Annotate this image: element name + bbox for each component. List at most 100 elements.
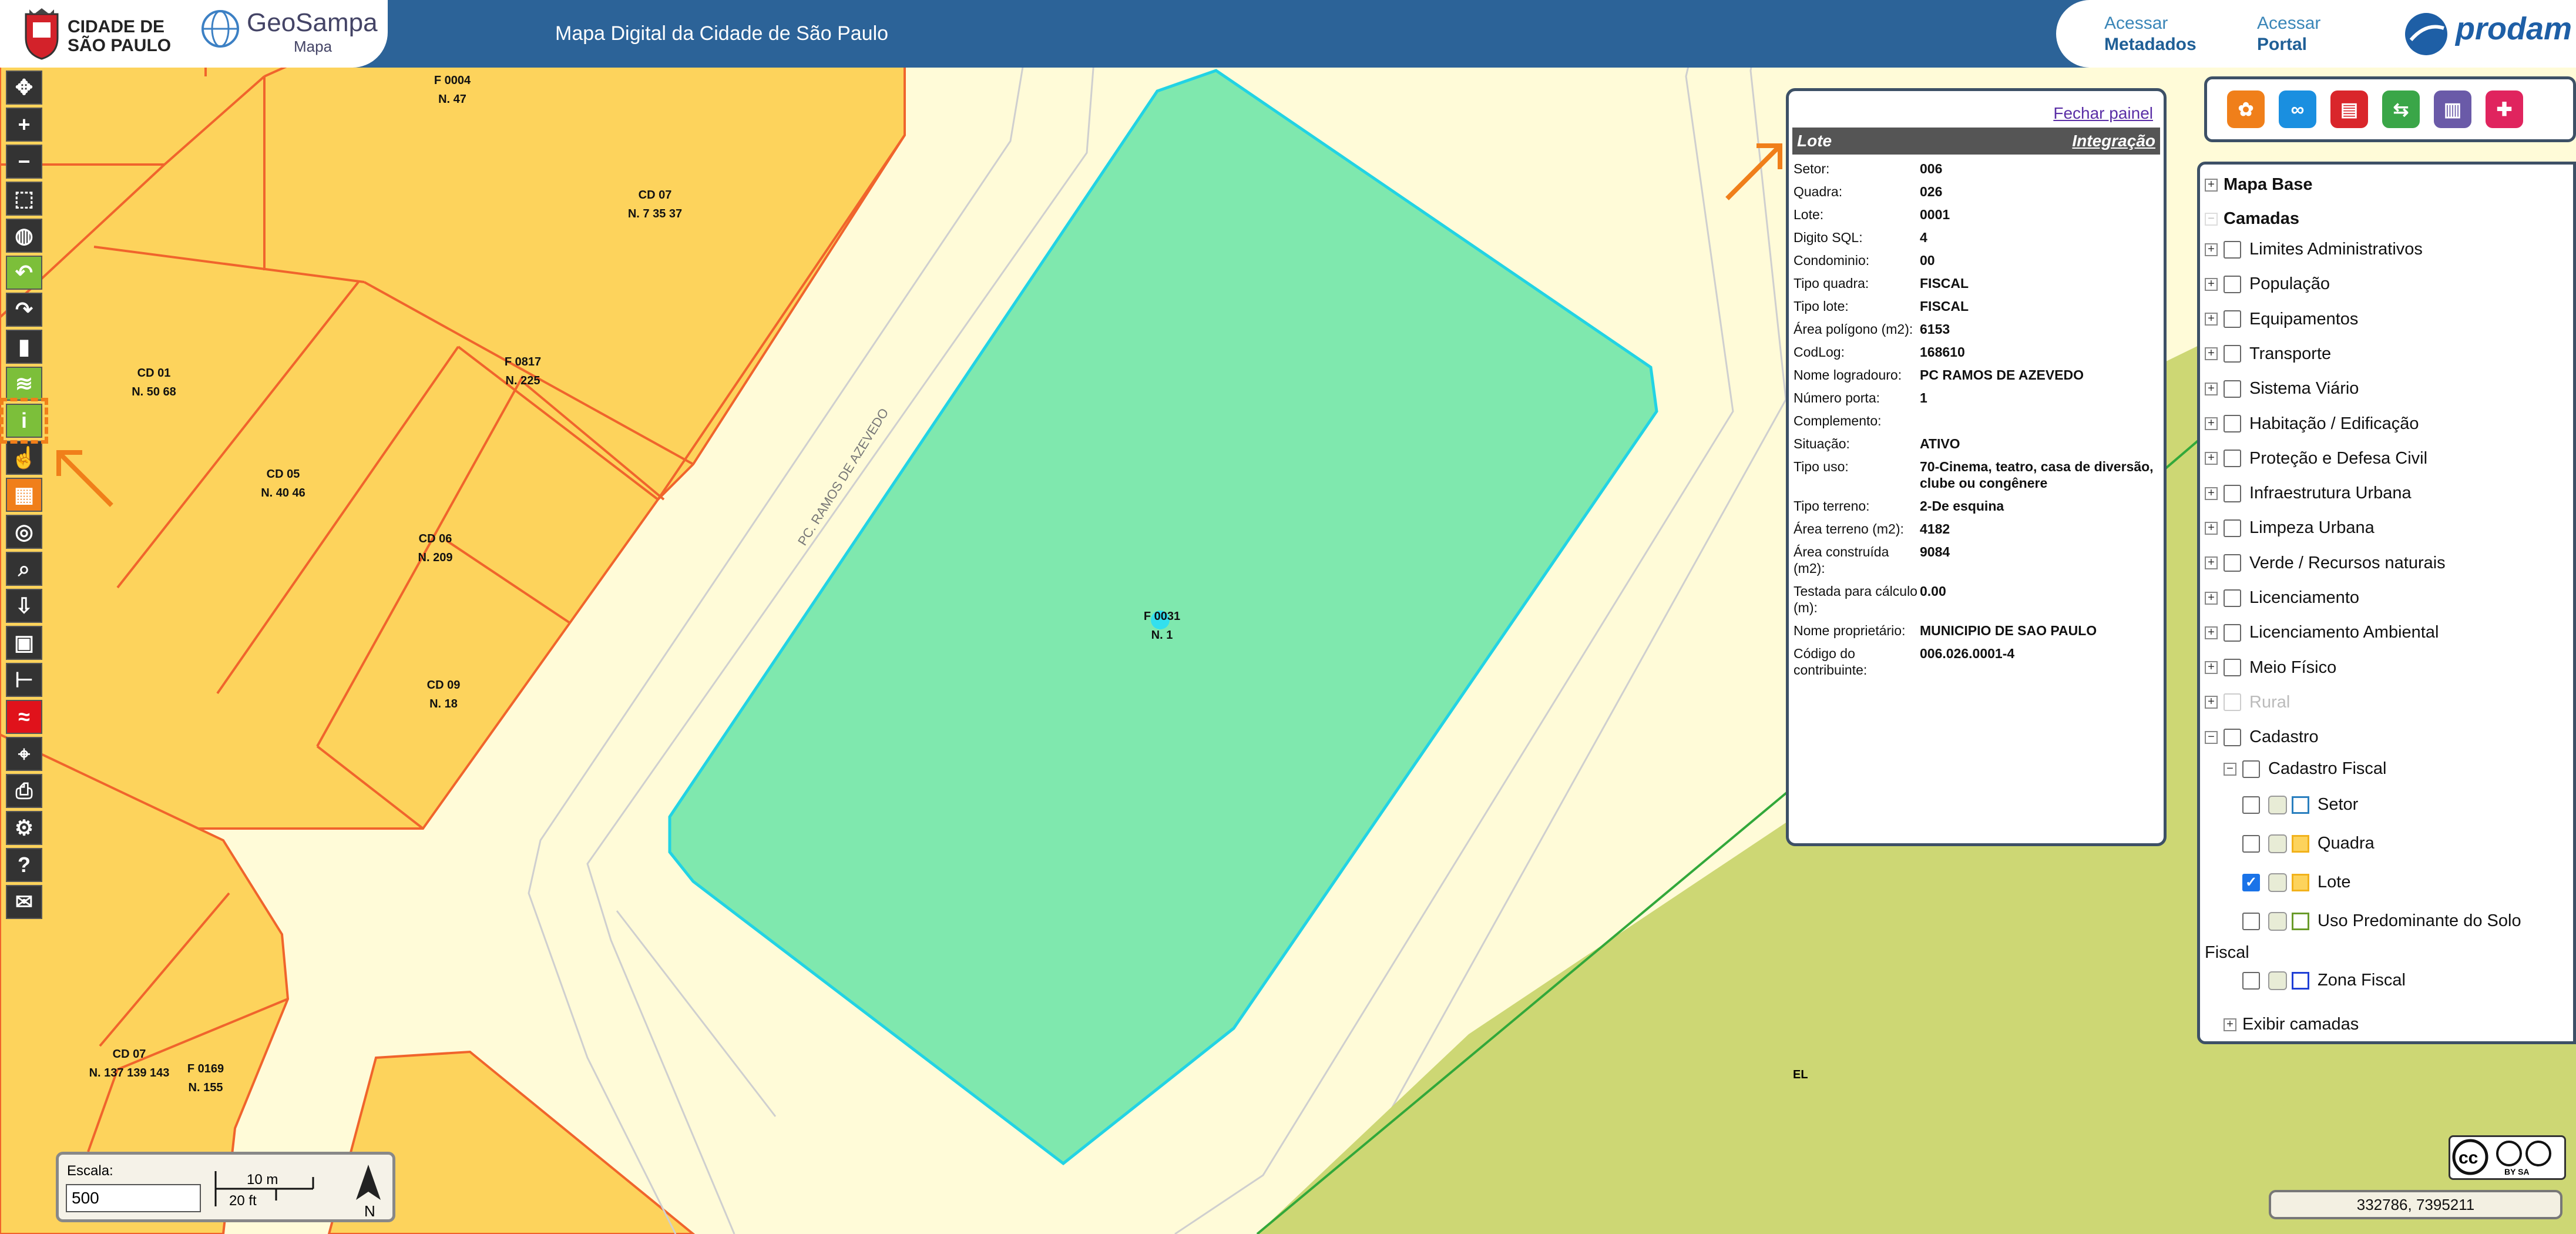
- layer-checkbox[interactable]: [2224, 345, 2241, 363]
- redo-icon[interactable]: ↷: [6, 293, 42, 327]
- expand-icon[interactable]: +: [2205, 277, 2218, 291]
- sublayer-row[interactable]: ✓ Lote: [2242, 873, 2350, 892]
- print-icon[interactable]: ⎙: [6, 774, 42, 808]
- expand-icon[interactable]: +: [2205, 556, 2218, 570]
- layer-checkbox[interactable]: [2242, 796, 2260, 814]
- expand-icon[interactable]: +: [2205, 626, 2218, 639]
- layer-group-row[interactable]: + Transporte: [2205, 344, 2331, 364]
- layer-group-row[interactable]: + Infraestrutura Urbana: [2205, 484, 2412, 503]
- expand-icon[interactable]: +: [2205, 243, 2218, 256]
- statistics-icon[interactable]: ▥: [2434, 90, 2471, 128]
- expand-icon[interactable]: +: [2205, 417, 2218, 430]
- expand-icon[interactable]: +: [2205, 452, 2218, 465]
- layer-row-camadas[interactable]: − Camadas: [2205, 209, 2299, 229]
- layer-checkbox[interactable]: [2224, 275, 2241, 293]
- expand-icon[interactable]: +: [2205, 521, 2218, 535]
- sublayer-row[interactable]: Uso Predominante do Solo: [2242, 911, 2521, 931]
- layer-checkbox[interactable]: [2224, 484, 2241, 502]
- layer-group-row[interactable]: + Limpeza Urbana: [2205, 518, 2375, 538]
- layers-icon[interactable]: ≋: [6, 367, 42, 401]
- city-logo[interactable]: CIDADE DE SÃO PAULO: [0, 0, 194, 68]
- sublayer-row[interactable]: Setor: [2242, 795, 2358, 814]
- layer-group-row[interactable]: + Licenciamento: [2205, 588, 2359, 608]
- layer-group-row[interactable]: + Meio Físico: [2205, 658, 2336, 678]
- collapse-icon[interactable]: −: [2205, 212, 2218, 226]
- layer-group-row[interactable]: + Verde / Recursos naturais: [2205, 554, 2446, 573]
- layer-checkbox[interactable]: [2242, 971, 2260, 990]
- layer-checkbox[interactable]: ✓: [2242, 873, 2260, 891]
- layer-group-row[interactable]: + Sistema Viário: [2205, 379, 2359, 398]
- flood-icon[interactable]: ≈: [6, 700, 42, 734]
- map-add-icon[interactable]: ✚: [2486, 90, 2523, 128]
- layer-checkbox[interactable]: [2224, 310, 2241, 328]
- measure-icon[interactable]: ⊢: [6, 663, 42, 697]
- map-export-icon[interactable]: ⇆: [2382, 90, 2420, 128]
- layer-checkbox[interactable]: [2242, 760, 2260, 778]
- expand-icon[interactable]: +: [2205, 382, 2218, 395]
- layer-checkbox[interactable]: [2224, 240, 2241, 259]
- layer-row-cadastro-fiscal[interactable]: − Cadastro Fiscal: [2224, 759, 2386, 779]
- layer-style-icon[interactable]: [2268, 911, 2287, 931]
- palette-icon[interactable]: ✿: [2227, 90, 2265, 128]
- settings-icon[interactable]: ⚙: [6, 811, 42, 845]
- layer-style-icon[interactable]: [2268, 795, 2287, 814]
- scale-input[interactable]: [66, 1184, 201, 1212]
- zoom-out-icon[interactable]: −: [6, 145, 42, 179]
- sublayer-row[interactable]: Quadra: [2242, 834, 2375, 853]
- sublayer-row[interactable]: Zona Fiscal: [2242, 971, 2406, 990]
- layer-checkbox[interactable]: [2224, 728, 2241, 746]
- map-tool-icon[interactable]: ▤: [2330, 90, 2368, 128]
- map-canvas[interactable]: F 0004 N. 47 CD 07 N. 7 35 37 CD 01 N. 50 6…: [0, 0, 2576, 1234]
- close-panel-link[interactable]: Fechar painel: [2053, 104, 2153, 123]
- download-icon[interactable]: ⇩: [6, 589, 42, 623]
- portal-link[interactable]: Acessar Portal: [2257, 13, 2320, 55]
- zoom-in-icon[interactable]: +: [6, 108, 42, 142]
- geosampa-logo[interactable]: GeoSampa Mapa: [194, 0, 388, 68]
- layer-checkbox[interactable]: [2242, 912, 2260, 930]
- layer-checkbox[interactable]: [2224, 554, 2241, 572]
- expand-icon[interactable]: +: [2224, 1018, 2236, 1031]
- layer-checkbox[interactable]: [2224, 519, 2241, 537]
- layer-checkbox[interactable]: [2224, 659, 2241, 677]
- layer-group-row[interactable]: + Proteção e Defesa Civil: [2205, 449, 2427, 468]
- layer-checkbox[interactable]: [2224, 415, 2241, 432]
- layer-group-row[interactable]: + Equipamentos: [2205, 310, 2358, 329]
- hand-pointer-icon[interactable]: ☝: [6, 441, 42, 475]
- coordinate-icon[interactable]: ⌖: [6, 737, 42, 771]
- expand-icon[interactable]: +: [2205, 591, 2218, 605]
- collapse-icon[interactable]: −: [2224, 762, 2236, 776]
- cc-license-badge[interactable]: cc BY SA: [2449, 1135, 2566, 1180]
- bookmark-icon[interactable]: ▮: [6, 330, 42, 364]
- save-icon[interactable]: ▣: [6, 626, 42, 660]
- show-layers-row[interactable]: + Exibir camadas: [2224, 1015, 2359, 1034]
- layer-checkbox[interactable]: [2242, 834, 2260, 853]
- layer-style-icon[interactable]: [2268, 971, 2287, 990]
- layer-style-icon[interactable]: [2268, 873, 2287, 892]
- layer-group-row[interactable]: + Rural: [2205, 693, 2290, 712]
- layer-group-row[interactable]: − Cadastro: [2205, 727, 2319, 747]
- metadata-link[interactable]: Acessar Metadados: [2104, 13, 2197, 55]
- table-icon[interactable]: ▦: [6, 478, 42, 512]
- search-area-icon[interactable]: ◎: [6, 515, 42, 549]
- help-icon[interactable]: ?: [6, 848, 42, 882]
- layer-checkbox[interactable]: [2224, 693, 2241, 712]
- layer-group-row[interactable]: + População: [2205, 274, 2330, 294]
- pan-icon[interactable]: ✥: [6, 71, 42, 105]
- info-icon[interactable]: i: [0, 398, 48, 444]
- layer-group-row[interactable]: + Licenciamento Ambiental: [2205, 623, 2439, 642]
- undo-icon[interactable]: ↶: [6, 256, 42, 290]
- layer-checkbox[interactable]: [2224, 623, 2241, 642]
- integration-link[interactable]: Integração: [2072, 132, 2155, 150]
- globe-icon[interactable]: ◍: [6, 219, 42, 253]
- binoculars-icon[interactable]: ∞: [2279, 90, 2316, 128]
- layer-checkbox[interactable]: [2224, 589, 2241, 607]
- zoom-box-icon[interactable]: ⬚: [6, 182, 42, 216]
- layer-style-icon[interactable]: [2268, 834, 2287, 853]
- search-icon[interactable]: ⌕: [6, 552, 42, 586]
- prodam-logo[interactable]: prodam: [2456, 11, 2572, 47]
- layer-checkbox[interactable]: [2224, 380, 2241, 398]
- expand-icon[interactable]: +: [2205, 313, 2218, 326]
- layer-group-row[interactable]: + Habitação / Edificação: [2205, 414, 2419, 434]
- expand-icon[interactable]: +: [2205, 347, 2218, 361]
- mail-icon[interactable]: ✉: [6, 885, 42, 919]
